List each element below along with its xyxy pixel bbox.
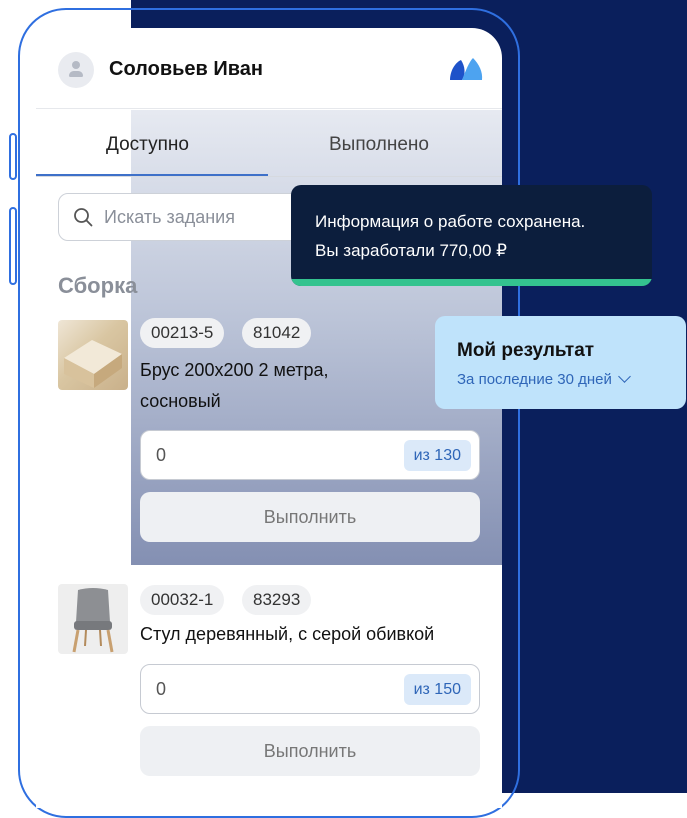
app-header: Соловьев Иван bbox=[36, 28, 502, 109]
toast-line-2: Вы заработали 770,00 ₽ bbox=[315, 241, 507, 260]
user-name: Соловьев Иван bbox=[109, 58, 263, 80]
search-placeholder: Искать задания bbox=[104, 207, 235, 227]
quantity-input[interactable]: 0 из 150 bbox=[140, 664, 480, 714]
quantity-total-badge: из 130 bbox=[403, 440, 471, 471]
avatar[interactable] bbox=[58, 52, 94, 88]
product-image-beam bbox=[58, 320, 128, 390]
active-tab-indicator bbox=[36, 174, 268, 176]
search-icon bbox=[74, 208, 93, 227]
result-title: Мой результат bbox=[457, 340, 595, 361]
toast-progress-bar bbox=[291, 279, 652, 286]
item-code-chip: 00032-1 bbox=[140, 585, 225, 615]
item-code-chip: 81042 bbox=[242, 318, 312, 348]
product-image-chair bbox=[58, 584, 128, 654]
quantity-input[interactable]: 0 из 130 bbox=[140, 430, 480, 480]
chevron-down-icon bbox=[617, 370, 631, 383]
quantity-value: 0 bbox=[156, 679, 167, 699]
toast-message: Информация о работе сохранена. Вы зарабо… bbox=[315, 207, 585, 265]
toast-line-1: Информация о работе сохранена. bbox=[315, 212, 586, 231]
quantity-value: 0 bbox=[156, 445, 167, 465]
app-screen: Соловьев Иван Доступно Выполнено Искать … bbox=[36, 28, 502, 808]
item-code-chip: 83293 bbox=[242, 585, 312, 615]
my-result-card[interactable]: Мой результат За последние 30 дней bbox=[435, 316, 686, 409]
period-label: За последние 30 дней bbox=[457, 371, 612, 388]
app-logo-icon bbox=[450, 58, 483, 80]
tab-available[interactable]: Доступно bbox=[106, 134, 189, 156]
quantity-total-badge: из 150 bbox=[403, 674, 471, 705]
tab-completed[interactable]: Выполнено bbox=[329, 134, 429, 156]
item-code-chip: 00213-5 bbox=[140, 318, 225, 348]
period-dropdown[interactable]: За последние 30 дней bbox=[457, 370, 631, 388]
tabs: Доступно Выполнено bbox=[36, 110, 502, 177]
item-title: Стул деревянный, с серой обивкой bbox=[140, 624, 435, 644]
success-toast: Информация о работе сохранена. Вы зарабо… bbox=[291, 185, 652, 286]
phone-volume-button bbox=[9, 133, 17, 180]
item-title: Брус 200х200 2 метра, сосновый bbox=[140, 360, 329, 411]
search-input[interactable]: Искать задания bbox=[58, 193, 318, 241]
beam-icon bbox=[64, 340, 122, 388]
chair-icon bbox=[72, 588, 114, 653]
section-title: Сборка bbox=[58, 273, 138, 298]
phone-side-button bbox=[9, 207, 17, 285]
complete-button[interactable]: Выполнить bbox=[140, 492, 480, 542]
complete-button[interactable]: Выполнить bbox=[140, 726, 480, 776]
